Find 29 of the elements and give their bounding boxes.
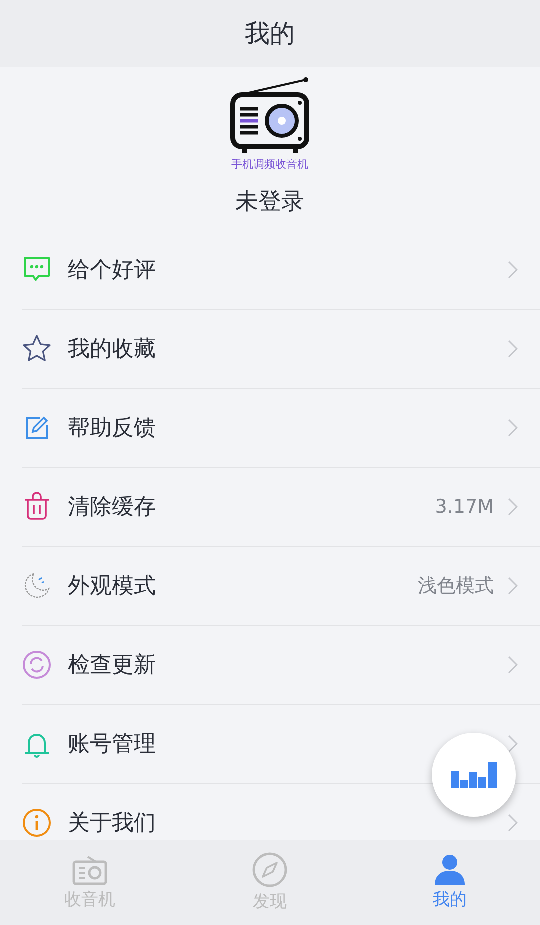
menu-item[interactable]: 我的收藏 bbox=[22, 310, 540, 389]
menu-item[interactable]: 给个好评 bbox=[22, 231, 540, 310]
menu-item[interactable]: 外观模式 浅色模式 bbox=[22, 547, 540, 626]
star-icon bbox=[22, 334, 52, 364]
compass-icon bbox=[252, 852, 288, 888]
equalizer-button[interactable] bbox=[432, 733, 516, 817]
trash-icon bbox=[22, 492, 52, 522]
page-title: 我的 bbox=[245, 18, 295, 50]
login-status[interactable]: 未登录 bbox=[236, 186, 304, 217]
person-icon bbox=[434, 854, 466, 886]
info-icon bbox=[22, 808, 52, 838]
chevron-icon bbox=[508, 735, 518, 753]
menu-value: 浅色模式 bbox=[418, 574, 494, 599]
chevron-icon bbox=[508, 419, 518, 437]
menu-item[interactable]: 检查更新 bbox=[22, 626, 540, 705]
menu-item[interactable]: 清除缓存 3.17M bbox=[22, 468, 540, 547]
radio-icon bbox=[72, 854, 108, 886]
menu-value: 3.17M bbox=[435, 496, 494, 518]
refresh-icon bbox=[22, 650, 52, 680]
menu-item[interactable]: 帮助反馈 bbox=[22, 389, 540, 468]
chevron-icon bbox=[508, 261, 518, 279]
moon-icon bbox=[22, 571, 52, 601]
chevron-icon bbox=[508, 577, 518, 595]
app-caption: 手机调频收音机 bbox=[232, 157, 308, 172]
chevron-icon bbox=[508, 814, 518, 832]
chevron-icon bbox=[508, 498, 518, 516]
chevron-icon bbox=[508, 340, 518, 358]
chevron-icon bbox=[508, 656, 518, 674]
equalizer-icon bbox=[451, 762, 497, 788]
